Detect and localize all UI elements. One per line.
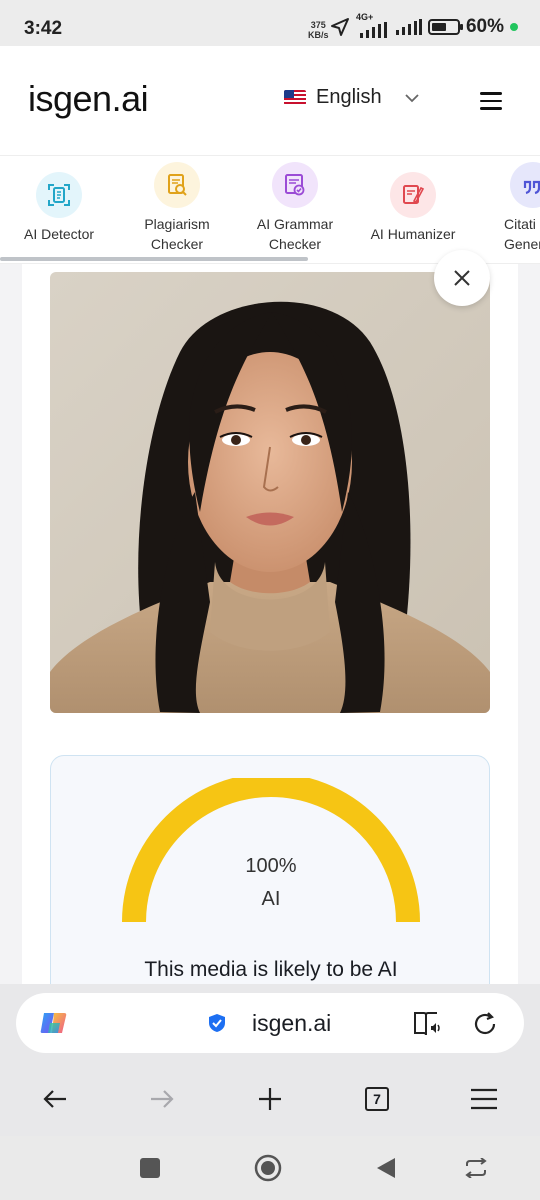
cellular-signal-icon: 4G+: [356, 12, 390, 38]
tool-citation-generator[interactable]: Citati Genera: [472, 162, 540, 254]
browser-menu-button[interactable]: [461, 1076, 507, 1122]
ai-score-label: AI: [261, 888, 281, 910]
rotate-icon: [465, 1158, 487, 1178]
tool-label: Citati Genera: [472, 214, 540, 254]
tool-label: AI Humanizer: [370, 226, 456, 242]
triangle-back-icon: [377, 1158, 395, 1178]
forward-arrow-icon: [151, 1090, 174, 1108]
system-back-button[interactable]: [370, 1152, 402, 1184]
site-logo[interactable]: isgen.ai: [28, 78, 149, 120]
tool-label: AI Grammar Checker: [236, 214, 354, 254]
tab-count: 7: [365, 1087, 389, 1111]
ai-detector-icon: [36, 172, 82, 218]
tool-label-line: Citati: [504, 216, 536, 232]
close-button[interactable]: [434, 250, 490, 306]
battery-percent: 60%: [465, 16, 504, 37]
network-speed: 375 KB/s: [308, 20, 329, 40]
tools-scroll-indicator: [0, 257, 308, 261]
square-icon: [140, 1158, 160, 1178]
us-flag-icon: [284, 90, 306, 105]
back-arrow-icon: [43, 1090, 66, 1108]
tool-label: Plagiarism Checker: [118, 214, 236, 254]
url-text[interactable]: isgen.ai: [252, 1010, 331, 1037]
result-message: This media is likely to be AI: [144, 958, 398, 981]
tool-label-line: Checker: [268, 236, 322, 252]
browser-toolbar: isgen.ai 7: [0, 984, 540, 1136]
menu-bar: [480, 99, 502, 102]
grammar-icon: [272, 162, 318, 208]
location-arrow-icon: [330, 18, 349, 36]
home-button[interactable]: [252, 1152, 284, 1184]
network-type: 4G+: [355, 12, 374, 22]
reader-mode-icon[interactable]: [413, 1010, 443, 1038]
tabs-button[interactable]: 7: [354, 1076, 400, 1122]
refresh-icon[interactable]: [471, 1010, 499, 1038]
status-icons: 4G+ 60%: [330, 12, 518, 38]
language-label: English: [316, 86, 382, 108]
citation-icon: [510, 162, 540, 208]
tool-label-line: AI Grammar: [256, 216, 334, 232]
menu-icon: [471, 1088, 497, 1110]
tool-label-line: Genera: [504, 236, 540, 252]
humanizer-icon: [390, 172, 436, 218]
battery-icon: [427, 19, 463, 35]
plus-icon: [259, 1088, 281, 1110]
tool-ai-detector[interactable]: AI Detector: [0, 172, 118, 244]
ai-score-percent: 100%: [245, 855, 297, 877]
chevron-down-icon: [404, 93, 419, 102]
language-selector[interactable]: English: [284, 86, 420, 109]
menu-bar: [480, 92, 502, 95]
hamburger-menu-button[interactable]: [480, 92, 502, 110]
status-time: 3:42: [24, 18, 63, 39]
back-button[interactable]: [32, 1076, 78, 1122]
battery-fill: [431, 23, 446, 31]
signal-icon: [395, 19, 422, 35]
recents-button[interactable]: [134, 1152, 166, 1184]
tool-plagiarism-checker[interactable]: Plagiarism Checker: [118, 162, 236, 254]
network-speed-unit: KB/s: [308, 30, 329, 40]
network-speed-value: 375: [310, 20, 326, 30]
tool-ai-grammar-checker[interactable]: AI Grammar Checker: [236, 162, 354, 254]
tool-label: AI Detector: [23, 226, 95, 242]
result-card: 100% AI This media is likely to be AI: [22, 250, 518, 1015]
system-navigation-bar: [0, 1136, 540, 1200]
uploaded-image: [50, 272, 490, 713]
browser-nav-row: 7: [0, 1076, 540, 1122]
new-tab-button[interactable]: [247, 1076, 293, 1122]
home-circle-icon: [254, 1154, 282, 1182]
close-icon: [454, 270, 470, 286]
detection-result-box: 100% AI This media is likely to be AI: [50, 755, 490, 1015]
rotate-screen-button[interactable]: [460, 1152, 492, 1184]
privacy-indicator-dot: [510, 23, 518, 31]
tool-label-line: Checker: [150, 236, 204, 252]
tool-ai-humanizer[interactable]: AI Humanizer: [354, 172, 472, 244]
tool-label-line: Plagiarism: [144, 216, 210, 232]
tools-nav: AI Detector Plagiarism Checker AI Gramma…: [0, 156, 540, 264]
site-header: isgen.ai English: [0, 46, 540, 156]
status-bar: 3:42 375 KB/s 4G+ 60%: [0, 0, 540, 46]
verified-shield-icon: [209, 1014, 225, 1032]
forward-button[interactable]: [139, 1076, 185, 1122]
menu-bar: [480, 107, 502, 110]
copilot-icon[interactable]: [38, 1007, 70, 1039]
address-bar[interactable]: isgen.ai: [16, 993, 524, 1053]
plagiarism-icon: [154, 162, 200, 208]
